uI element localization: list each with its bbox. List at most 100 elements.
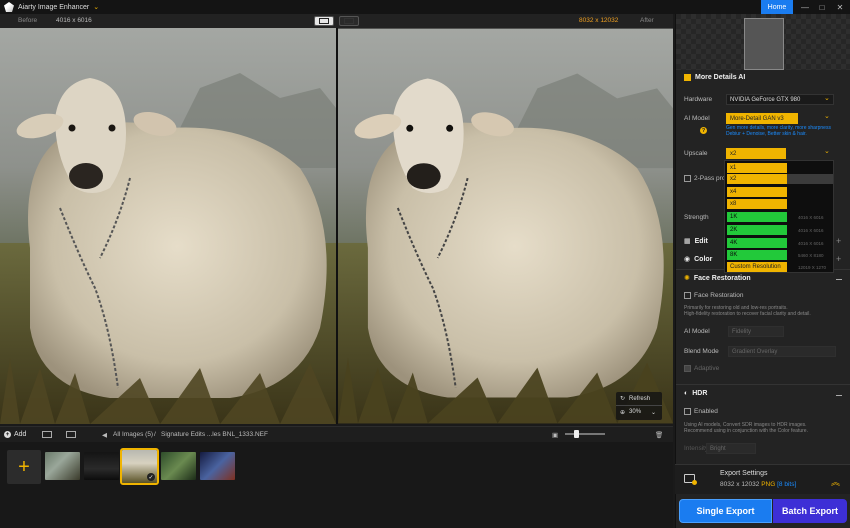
filmstrip: + ✓ xyxy=(0,442,673,528)
ai-model-select[interactable]: More-Detail GAN v3 xyxy=(726,113,798,124)
upscale-option-x2: x2 xyxy=(727,174,787,184)
preview-controls: ↻ Refresh ⊕ 30% ⌄ xyxy=(616,392,662,420)
expand-edit-icon[interactable]: + xyxy=(836,236,841,246)
back-arrow-icon[interactable]: ◀ xyxy=(102,431,107,439)
minimize-button[interactable]: — xyxy=(798,1,812,13)
export-settings-icon xyxy=(684,474,697,485)
zoom-select[interactable]: ⊕ 30% ⌄ xyxy=(616,405,662,418)
adaptive-checkbox[interactable] xyxy=(684,365,691,372)
face-restoration-checkbox[interactable] xyxy=(684,292,691,299)
thumbnail-size-slider[interactable] xyxy=(565,433,605,435)
plus-icon: + xyxy=(4,431,11,438)
add-label: Add xyxy=(14,431,27,438)
hdr-intensity-label: Intensity xyxy=(684,445,709,452)
slider-handle[interactable] xyxy=(574,430,579,438)
before-resolution: 4016 x 6016 xyxy=(56,17,92,24)
res-2k: 4016 X 6016 xyxy=(798,228,824,233)
side-by-side-toggle[interactable] xyxy=(339,16,359,26)
upscale-option-x2-row[interactable]: x2 xyxy=(727,174,833,184)
upscale-option-x1[interactable]: x1 xyxy=(727,163,787,173)
refresh-button[interactable]: ↻ Refresh xyxy=(616,392,662,405)
collapse-face-icon[interactable] xyxy=(836,279,842,280)
add-image-tile[interactable]: + xyxy=(7,450,41,484)
thumbnail-4[interactable] xyxy=(161,452,196,480)
chevron-down-icon[interactable]: ⌄ xyxy=(93,3,99,11)
export-settings[interactable]: Export Settings 8032 x 12032 PNG [8 bits… xyxy=(675,464,850,494)
upscale-option-8k[interactable]: 8K xyxy=(727,250,787,260)
after-image-pane[interactable] xyxy=(338,28,673,424)
list-view-icon[interactable] xyxy=(66,431,76,438)
adaptive-label: Adaptive xyxy=(694,365,720,372)
app-title: Aiarty Image Enhancer xyxy=(18,3,90,11)
chevron-up-icon[interactable]: ︽ xyxy=(831,475,840,488)
more-details-heading[interactable]: More Details AI xyxy=(684,74,745,81)
refresh-label: Refresh xyxy=(629,395,651,402)
thumbnail-3-selected[interactable]: ✓ xyxy=(120,448,159,485)
before-image-pane[interactable] xyxy=(0,28,336,424)
two-pass-row[interactable]: 2-Pass proc xyxy=(684,175,729,182)
thumbnail-2[interactable] xyxy=(84,452,119,480)
collapse-hdr-icon[interactable] xyxy=(836,395,842,396)
help-icon[interactable]: ? xyxy=(700,127,707,134)
upscale-label: Upscale xyxy=(684,150,708,157)
close-button[interactable]: ✕ xyxy=(833,1,847,13)
blend-mode-select[interactable]: Gradient Overlay xyxy=(728,346,836,357)
edit-label: Edit xyxy=(694,237,708,245)
batch-export-button[interactable]: Batch Export xyxy=(773,499,847,523)
face-restoration-heading[interactable]: ✺ Face Restoration xyxy=(684,274,751,283)
chevron-down-icon: ⌄ xyxy=(824,148,830,155)
hdr-title: HDR xyxy=(692,390,708,397)
export-meta: 8032 x 12032 PNG [8 bits] xyxy=(720,481,796,488)
thumbnail-1[interactable] xyxy=(45,452,80,480)
hdr-enabled-row[interactable]: Enabled xyxy=(684,408,718,415)
hdr-intensity-select[interactable]: Bright xyxy=(706,443,756,454)
add-button[interactable]: + Add xyxy=(4,431,26,438)
navigator-preview xyxy=(676,14,850,70)
hardware-select[interactable]: NVIDIA GeForce GTX 980 xyxy=(726,94,834,105)
split-view-toggle[interactable] xyxy=(314,16,334,26)
before-label: Before xyxy=(18,17,38,24)
breadcrumb-all-images[interactable]: All Images (5) xyxy=(113,431,153,438)
after-label: After xyxy=(640,17,654,24)
face-restoration-checkbox-label: Face Restoration xyxy=(694,292,744,299)
two-pass-checkbox[interactable] xyxy=(684,175,691,182)
plus-icon: + xyxy=(18,455,30,478)
upscale-select[interactable]: x2 xyxy=(726,148,786,159)
ai-model-label: AI Model xyxy=(684,115,710,122)
home-button[interactable]: Home xyxy=(761,0,793,14)
upscale-option-x8[interactable]: x8 xyxy=(727,199,787,209)
upscale-option-2k[interactable]: 2K xyxy=(727,225,787,235)
hdr-enabled-checkbox[interactable] xyxy=(684,408,691,415)
title-bar: Aiarty Image Enhancer ⌄ Home — □ ✕ xyxy=(0,0,850,14)
chevron-down-icon: ⌄ xyxy=(651,409,657,416)
adaptive-row[interactable]: Adaptive xyxy=(684,365,719,372)
trash-icon[interactable]: 🗑 xyxy=(655,431,663,439)
upscale-dropdown: x1 x2 x4 x8 1K 4016 X 6016 2K 4016 X 601… xyxy=(724,160,834,273)
upscale-option-x4[interactable]: x4 xyxy=(727,187,787,197)
strength-label: Strength xyxy=(684,214,709,221)
app-logo-icon xyxy=(4,2,14,12)
maximize-button[interactable]: □ xyxy=(815,1,829,13)
face-restoration-row[interactable]: Face Restoration xyxy=(684,292,744,299)
split-view-icon xyxy=(319,18,329,24)
hdr-heading[interactable]: ◐ HDR xyxy=(684,390,707,397)
face-ai-model-select[interactable]: Fidelity xyxy=(728,326,784,337)
single-export-button[interactable]: Single Export xyxy=(679,499,772,523)
face-restoration-title: Face Restoration xyxy=(693,274,751,282)
thumbnail-5[interactable] xyxy=(200,452,235,480)
more-details-checkbox[interactable] xyxy=(684,74,691,81)
color-heading[interactable]: ◉ Color xyxy=(684,255,712,264)
grid-view-icon[interactable] xyxy=(42,431,52,438)
upscale-option-1k[interactable]: 1K xyxy=(727,212,787,222)
upscale-option-custom[interactable]: Custom Resolution xyxy=(727,262,787,272)
breadcrumb-separator: / xyxy=(154,431,156,438)
expand-color-icon[interactable]: + xyxy=(836,254,841,264)
image-icon: ▣ xyxy=(552,432,559,439)
blend-mode-label: Blend Mode xyxy=(684,348,719,355)
edit-heading[interactable]: ▦ Edit xyxy=(684,237,708,246)
navigator-viewport[interactable] xyxy=(744,18,784,70)
upscale-option-4k[interactable]: 4K xyxy=(727,238,787,248)
refresh-icon: ↻ xyxy=(620,396,626,402)
sheep-photo-after xyxy=(338,28,673,424)
sheep-photo-before xyxy=(0,28,336,424)
